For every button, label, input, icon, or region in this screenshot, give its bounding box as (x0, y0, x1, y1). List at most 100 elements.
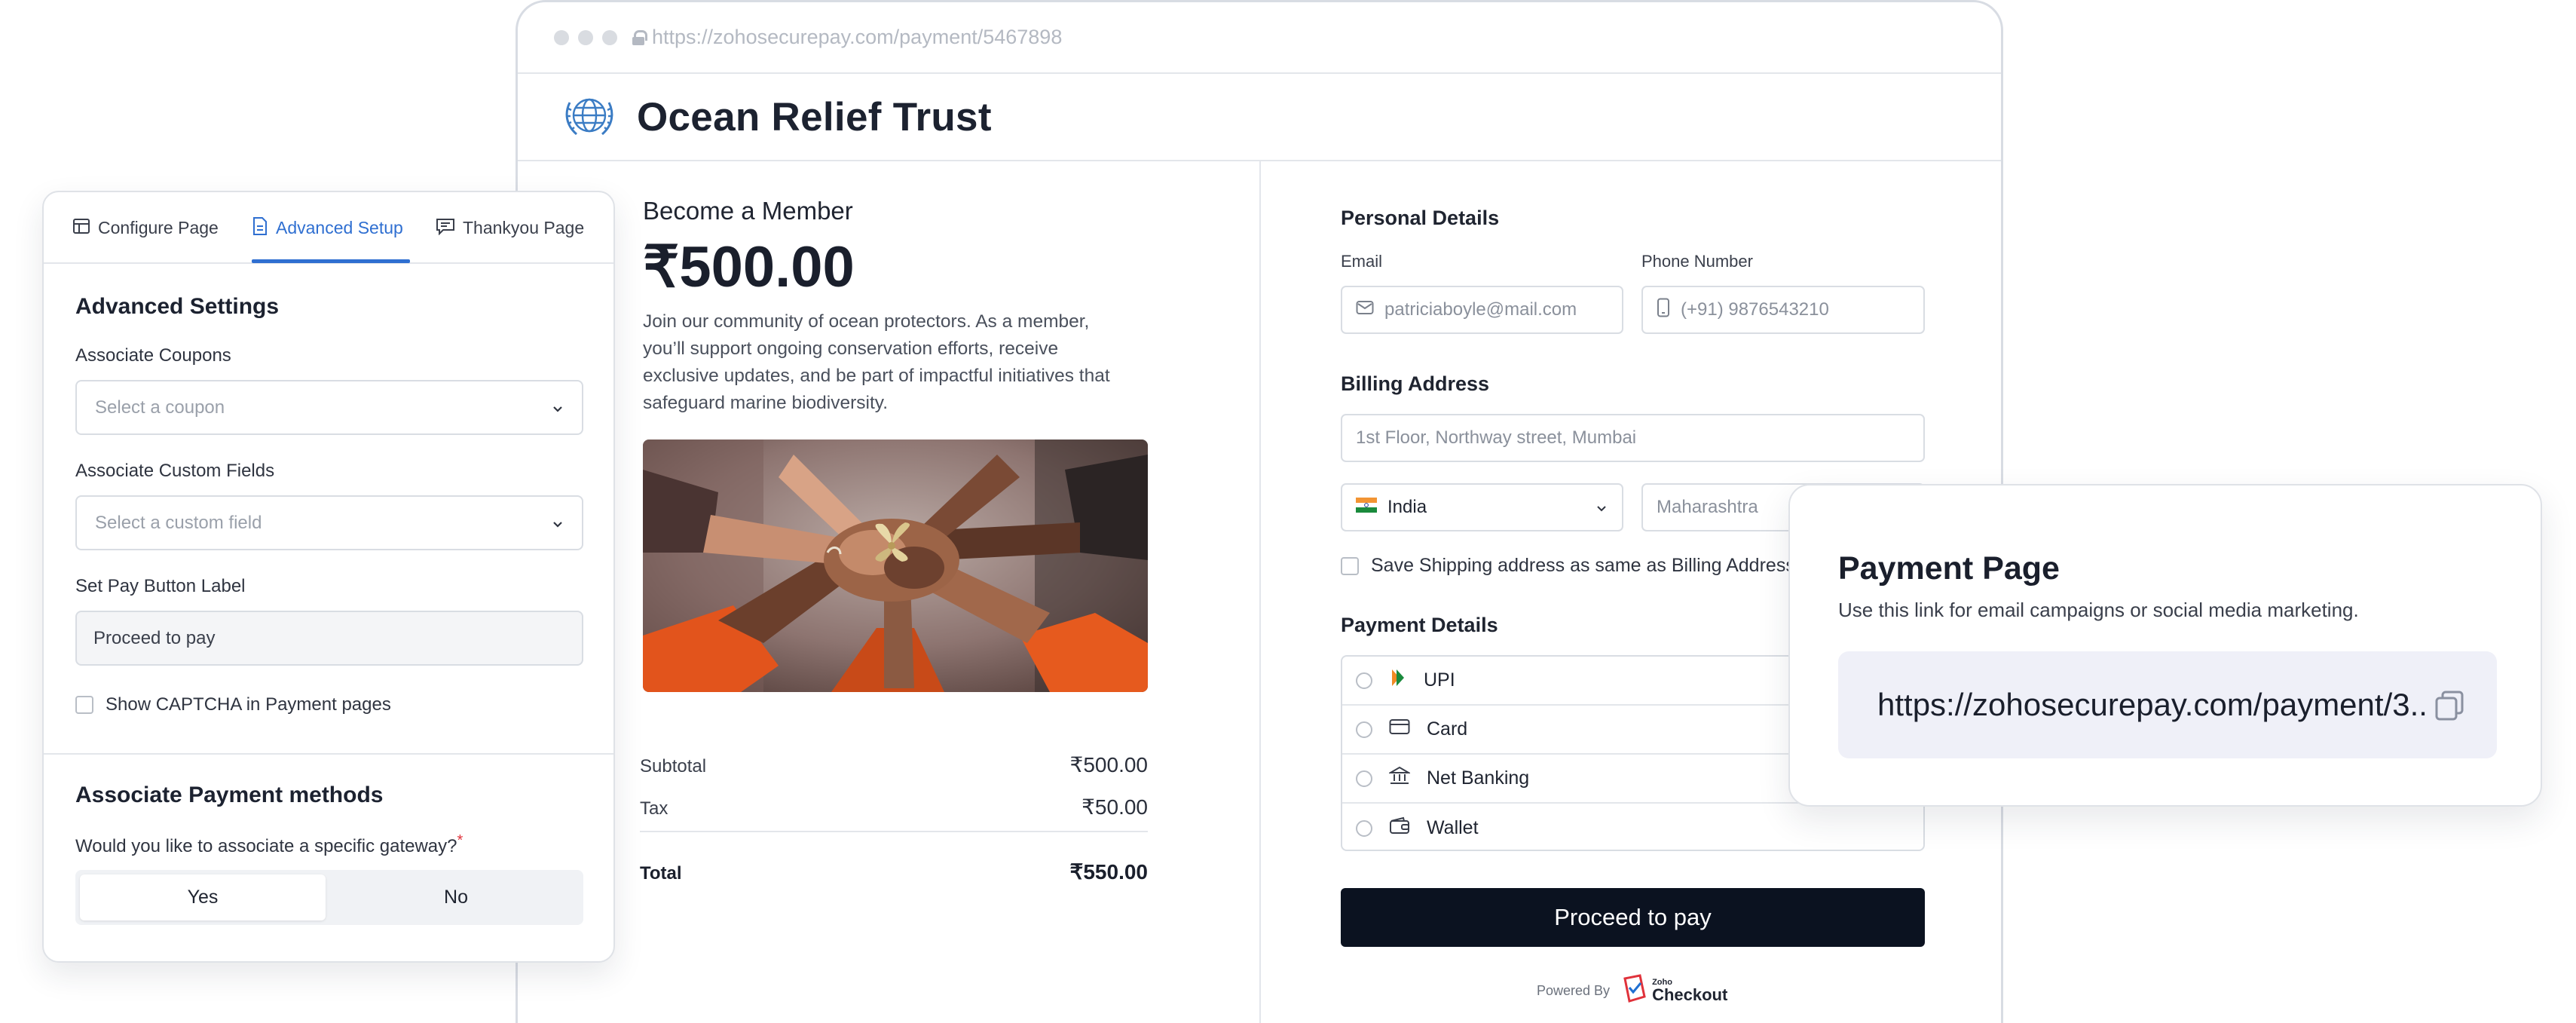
payment-details-title: Payment Details (1341, 614, 1498, 636)
window-dot[interactable] (602, 29, 617, 45)
payment-link[interactable]: https://zohosecurepay.com/payment/3.. (1877, 687, 2428, 723)
advanced-settings-panel: Configure Page Advanced Setup Thankyou P… (42, 191, 615, 963)
coupons-label: Associate Coupons (75, 345, 231, 366)
chevron-down-icon (552, 513, 564, 534)
pay-button-label-label: Set Pay Button Label (75, 576, 246, 596)
card-label: Card (1427, 718, 1468, 740)
upi-radio[interactable] (1356, 672, 1372, 689)
layout-icon (72, 217, 90, 240)
pay-button-label-value: Proceed to pay (93, 627, 216, 648)
settings-tabs: Configure Page Advanced Setup Thankyou P… (44, 192, 613, 264)
phone-value: (+91) 9876543210 (1681, 299, 1829, 320)
document-icon (252, 216, 268, 240)
tab-configure-page[interactable]: Configure Page (72, 192, 219, 264)
lock-icon (632, 29, 647, 45)
country-value: India (1387, 497, 1427, 517)
payment-link-card: Payment Page Use this link for email cam… (1788, 484, 2542, 807)
upi-icon (1389, 668, 1407, 693)
tab-thankyou-page-label: Thankyou Page (463, 218, 585, 237)
payment-methods-title: Associate Payment methods (75, 783, 384, 807)
order-summary: Become a Member ₹500.00 Join our communi… (518, 161, 1261, 1023)
chevron-down-icon (552, 397, 564, 418)
custom-fields-label: Associate Custom Fields (75, 461, 275, 481)
custom-field-select[interactable]: Select a custom field (75, 495, 583, 550)
checkout-logo-icon (1620, 974, 1647, 1008)
plan-heading: Become a Member (643, 197, 853, 225)
tab-configure-page-label: Configure Page (98, 218, 219, 237)
total-value: ₹550.00 (1069, 860, 1148, 884)
netbanking-radio[interactable] (1356, 770, 1372, 787)
address-value: 1st Floor, Northway street, Mumbai (1356, 427, 1637, 448)
summary-divider (640, 831, 1148, 832)
tax-label: Tax (640, 798, 668, 819)
upi-label: UPI (1424, 669, 1455, 691)
panel-divider (44, 753, 613, 755)
captcha-label: Show CAPTCHA in Payment pages (106, 694, 391, 715)
captcha-option[interactable]: Show CAPTCHA in Payment pages (75, 694, 391, 715)
gateway-question-text: Would you like to associate a specific g… (75, 836, 457, 856)
hands-photo (643, 440, 1148, 692)
pay-button-label-input[interactable]: Proceed to pay (75, 611, 583, 666)
custom-field-placeholder: Select a custom field (95, 512, 262, 533)
wallet-radio[interactable] (1356, 819, 1372, 837)
org-header: Ocean Relief Trust (518, 74, 2001, 161)
window-dot[interactable] (554, 29, 569, 45)
personal-details-title: Personal Details (1341, 207, 1500, 229)
copy-icon[interactable] (2434, 689, 2465, 724)
gateway-question: Would you like to associate a specific g… (75, 832, 463, 857)
shipping-same-option[interactable]: Save Shipping address as same as Billing… (1341, 555, 1795, 577)
phone-label: Phone Number (1641, 252, 1753, 271)
india-flag-icon (1356, 497, 1377, 518)
shipping-same-checkbox[interactable] (1341, 556, 1359, 575)
plan-amount: ₹500.00 (643, 235, 855, 299)
email-label: Email (1341, 252, 1383, 271)
address-field[interactable]: 1st Floor, Northway street, Mumbai (1341, 414, 1925, 462)
email-field[interactable]: patriciaboyle@mail.com (1341, 286, 1623, 334)
bank-icon (1387, 766, 1412, 791)
advanced-settings-title: Advanced Settings (75, 294, 280, 319)
phone-field[interactable]: (+91) 9876543210 (1641, 286, 1925, 334)
checkout-content: Become a Member ₹500.00 Join our communi… (518, 161, 2001, 1023)
zoho-checkout-wordmark: Zoho Checkout (1652, 979, 1727, 1003)
coupon-placeholder: Select a coupon (95, 397, 225, 418)
required-mark: * (457, 832, 463, 849)
active-tab-indicator (252, 259, 410, 263)
wallet-icon (1389, 816, 1410, 840)
mail-icon (1356, 299, 1374, 320)
card-radio[interactable] (1356, 721, 1372, 738)
powered-by: Powered By Zoho Checkout (1537, 974, 1727, 1008)
subtotal-row: Subtotal ₹500.00 (640, 752, 1148, 777)
state-value: Maharashtra (1657, 497, 1758, 517)
window-controls (554, 29, 617, 45)
payment-page-title: Payment Page (1838, 550, 2060, 587)
org-name: Ocean Relief Trust (637, 94, 992, 139)
zoho-checkout-logo: Zoho Checkout (1620, 974, 1727, 1008)
window-dot[interactable] (578, 29, 593, 45)
total-row: Total ₹550.00 (640, 859, 1148, 884)
subtotal-label: Subtotal (640, 756, 707, 776)
address-bar[interactable]: https://zohosecurepay.com/payment/546789… (518, 2, 2001, 74)
gateway-yes-option[interactable]: Yes (80, 874, 326, 920)
tab-advanced-setup-label: Advanced Setup (276, 218, 403, 237)
captcha-checkbox[interactable] (75, 696, 93, 714)
tab-thankyou-page[interactable]: Thankyou Page (436, 192, 584, 264)
proceed-to-pay-button[interactable]: Proceed to pay (1341, 888, 1925, 947)
message-icon (436, 217, 455, 240)
shipping-same-label: Save Shipping address as same as Billing… (1371, 555, 1795, 576)
payment-page-subtitle: Use this link for email campaigns or soc… (1838, 599, 2359, 621)
total-label: Total (640, 863, 682, 884)
billing-title: Billing Address (1341, 372, 1490, 395)
checkout-wordmark: Checkout (1652, 985, 1728, 1004)
gateway-no-option[interactable]: No (333, 874, 579, 920)
subtotal-value: ₹500.00 (1069, 753, 1148, 776)
url-display[interactable]: https://zohosecurepay.com/payment/546789… (632, 26, 1062, 49)
powered-by-text: Powered By (1537, 983, 1611, 998)
payment-method-wallet[interactable]: Wallet (1342, 804, 1923, 850)
phone-icon (1657, 298, 1670, 323)
chevron-down-icon (1596, 497, 1607, 518)
coupon-select[interactable]: Select a coupon (75, 380, 583, 435)
globe-icon (561, 92, 617, 142)
tab-advanced-setup[interactable]: Advanced Setup (252, 192, 403, 264)
country-select[interactable]: India (1341, 483, 1623, 531)
wallet-label: Wallet (1427, 817, 1479, 838)
